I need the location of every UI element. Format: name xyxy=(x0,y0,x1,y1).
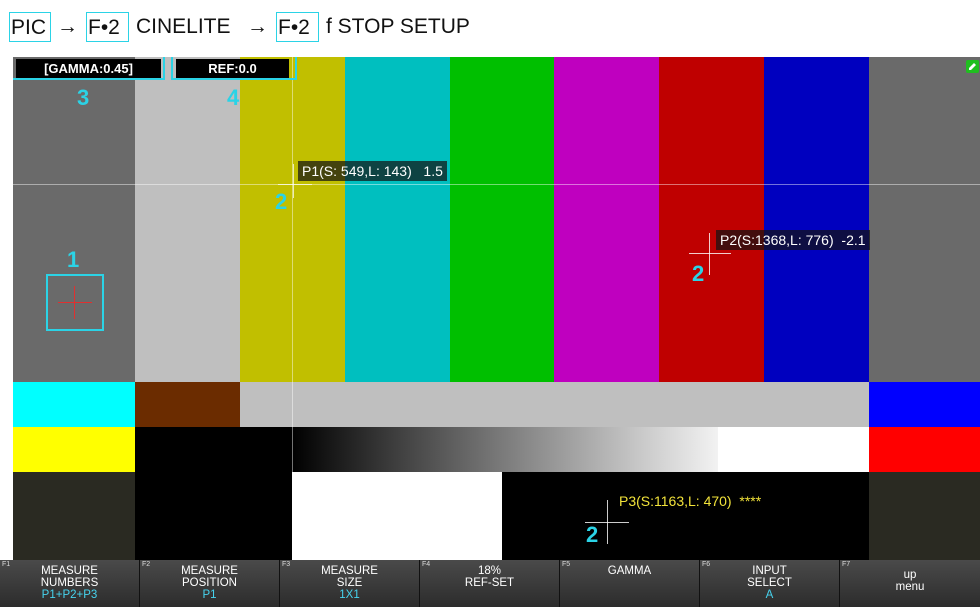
pattern-black-block xyxy=(135,472,292,560)
pattern-black-block xyxy=(135,427,292,472)
fkey-label: REF-SET xyxy=(464,577,515,589)
fkey-value: A xyxy=(765,589,774,601)
measure-crosshair-v xyxy=(74,286,75,319)
picture-display[interactable]: [GAMMA:0.45] REF:0.0 3 4 1 2 P1(S: 549,L… xyxy=(13,57,980,560)
pattern-red-block xyxy=(869,427,980,472)
fkey-label: MEASURE xyxy=(181,565,238,577)
color-bar-gray xyxy=(13,57,135,382)
fkey-label: 18% xyxy=(477,565,502,577)
p3-crosshair-v xyxy=(607,500,608,544)
fkey-input-select[interactable]: F6 INPUT SELECT A xyxy=(700,560,840,607)
fkey-value: P1 xyxy=(202,589,217,601)
breadcrumb-fstop-setup: f STOP SETUP xyxy=(326,15,470,38)
breadcrumb-pic-label: PIC xyxy=(11,16,47,39)
breadcrumb-f2-label: F•2 xyxy=(88,16,120,39)
breadcrumb-key-f2[interactable]: F•2 xyxy=(86,12,129,42)
callout-number-2: 2 xyxy=(586,522,599,547)
guide-line-horizontal xyxy=(13,184,980,185)
callout-number-4: 4 xyxy=(227,85,240,110)
fkey-measure-position[interactable]: F2 MEASURE POSITION P1 xyxy=(140,560,280,607)
pencil-icon[interactable] xyxy=(966,60,979,73)
callout-number-3: 3 xyxy=(77,85,90,110)
breadcrumb-key-f2[interactable]: F•2 xyxy=(276,12,319,42)
color-bar-blue xyxy=(764,57,869,382)
fkey-measure-numbers[interactable]: F1 MEASURE NUMBERS P1+P2+P3 xyxy=(0,560,140,607)
fkey-label: MEASURE xyxy=(321,565,378,577)
color-bar-green xyxy=(450,57,554,382)
fkey-ref-set[interactable]: F4 18% REF-SET xyxy=(420,560,560,607)
measure-crosshair-h xyxy=(58,302,92,303)
p3-readout: P3(S:1163,L: 470) **** xyxy=(619,493,762,509)
pattern-dark-block xyxy=(13,472,135,560)
callout-number-1: 1 xyxy=(67,247,80,272)
p2-readout: P2(S:1368,L: 776) -2.1 xyxy=(716,230,870,250)
callout-box-gamma xyxy=(13,57,165,80)
fkey-label: GAMMA xyxy=(607,565,652,577)
fkey-label: up xyxy=(903,569,917,581)
p2-crosshair-v xyxy=(709,233,710,275)
pattern-dark-block xyxy=(869,472,980,560)
pattern-gray-ramp xyxy=(292,427,718,472)
callout-box-ref xyxy=(171,57,297,80)
color-bar-magenta xyxy=(554,57,659,382)
p2-crosshair-h xyxy=(689,253,731,254)
pattern-white-block xyxy=(718,427,869,472)
fkey-gamma[interactable]: F5 GAMMA xyxy=(560,560,700,607)
fkey-number: F7 xyxy=(842,561,851,568)
callout-number-2: 2 xyxy=(692,261,705,286)
pattern-gray-strip xyxy=(240,382,869,427)
pattern-black-block xyxy=(502,472,869,560)
color-bar-white xyxy=(135,57,240,382)
p1-crosshair-v xyxy=(293,164,294,198)
fkey-label: POSITION xyxy=(182,577,237,589)
breadcrumb-arrow: → xyxy=(247,15,268,38)
fkey-label: menu xyxy=(895,581,925,593)
fkey-up-menu[interactable]: F7 up menu xyxy=(840,560,980,607)
pattern-blue-block xyxy=(869,382,980,427)
fkey-label: NUMBERS xyxy=(40,577,99,589)
fkey-label: SELECT xyxy=(747,577,792,589)
fkey-value: P1+P2+P3 xyxy=(41,589,98,601)
color-bar-cyan xyxy=(345,57,450,382)
color-bar-red xyxy=(659,57,764,382)
function-key-bar: F1 MEASURE NUMBERS P1+P2+P3 F2 MEASURE P… xyxy=(0,560,980,607)
fkey-measure-size[interactable]: F3 MEASURE SIZE 1X1 xyxy=(280,560,420,607)
pattern-yellow-block xyxy=(13,427,135,472)
pattern-white-block xyxy=(292,472,502,560)
breadcrumb-f2-label: F•2 xyxy=(278,16,310,39)
fkey-label: MEASURE xyxy=(41,565,98,577)
breadcrumb-key-pic[interactable]: PIC xyxy=(9,12,51,42)
fkey-value: 1X1 xyxy=(339,589,360,601)
p1-readout: P1(S: 549,L: 143) 1.5 xyxy=(298,161,447,181)
breadcrumb: PIC → F•2 CINELITE → F•2 f STOP SETUP xyxy=(0,0,980,48)
pattern-cyan-block xyxy=(13,382,135,427)
pattern-brown-block xyxy=(135,382,240,427)
breadcrumb-cinelite: CINELITE xyxy=(136,15,231,38)
callout-number-2: 2 xyxy=(275,189,288,214)
fkey-label: SIZE xyxy=(336,577,363,589)
guide-line-vertical xyxy=(292,57,293,560)
color-bar-gray xyxy=(869,57,980,382)
breadcrumb-arrow: → xyxy=(57,15,78,38)
fkey-label: INPUT xyxy=(752,565,787,577)
p1-crosshair-h xyxy=(278,184,312,185)
